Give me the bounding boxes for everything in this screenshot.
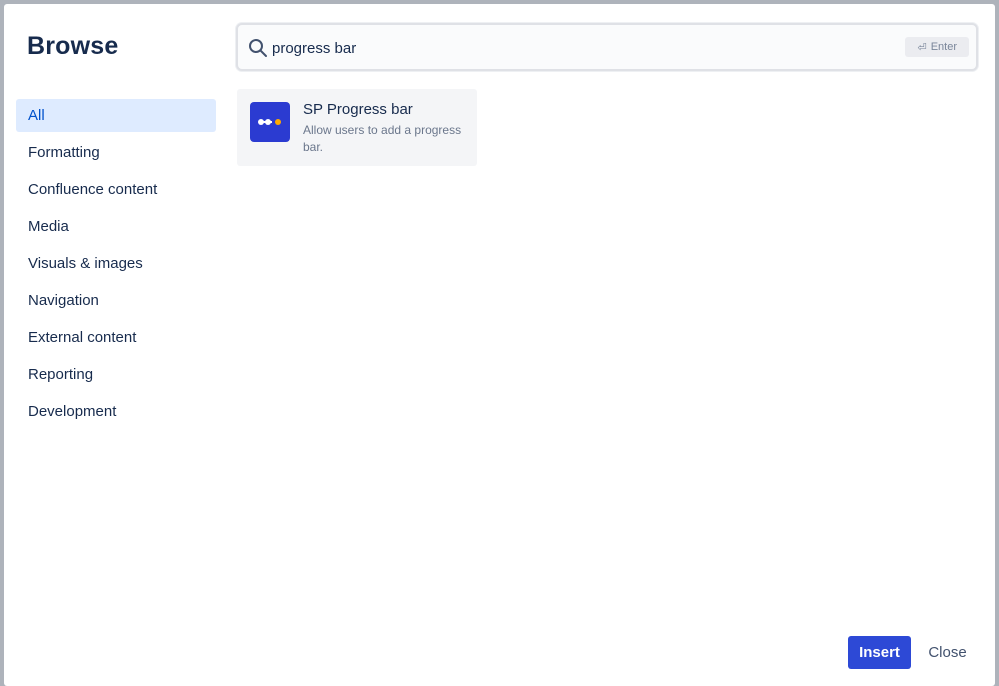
category-all[interactable]: All — [16, 99, 216, 132]
insert-button[interactable]: Insert — [848, 636, 911, 669]
sidebar: Browse All Formatting Confluence content… — [4, 4, 226, 686]
results-list: SP Progress bar Allow users to add a pro… — [237, 89, 477, 166]
category-development[interactable]: Development — [16, 395, 216, 428]
search-icon — [248, 38, 268, 58]
category-list: All Formatting Confluence content Media … — [16, 99, 216, 432]
category-visuals-images[interactable]: Visuals & images — [16, 247, 216, 280]
category-navigation[interactable]: Navigation — [16, 284, 216, 317]
browse-dialog: Browse All Formatting Confluence content… — [4, 4, 995, 686]
category-external-content[interactable]: External content — [16, 321, 216, 354]
enter-hint-badge: ⏎ Enter — [905, 37, 969, 57]
progress-bar-icon — [250, 102, 290, 142]
search-box: ⏎ Enter — [236, 23, 978, 71]
category-reporting[interactable]: Reporting — [16, 358, 216, 391]
result-item[interactable]: SP Progress bar Allow users to add a pro… — [237, 89, 477, 166]
search-input[interactable] — [272, 35, 892, 61]
category-confluence-content[interactable]: Confluence content — [16, 173, 216, 206]
category-formatting[interactable]: Formatting — [16, 136, 216, 169]
enter-hint-label: Enter — [930, 41, 957, 53]
enter-key-icon: ⏎ — [917, 41, 927, 54]
dialog-title: Browse — [27, 32, 119, 60]
category-media[interactable]: Media — [16, 210, 216, 243]
result-description: Allow users to add a progress bar. — [303, 123, 462, 154]
close-button[interactable]: Close — [922, 636, 973, 669]
result-name: SP Progress bar — [303, 101, 413, 118]
